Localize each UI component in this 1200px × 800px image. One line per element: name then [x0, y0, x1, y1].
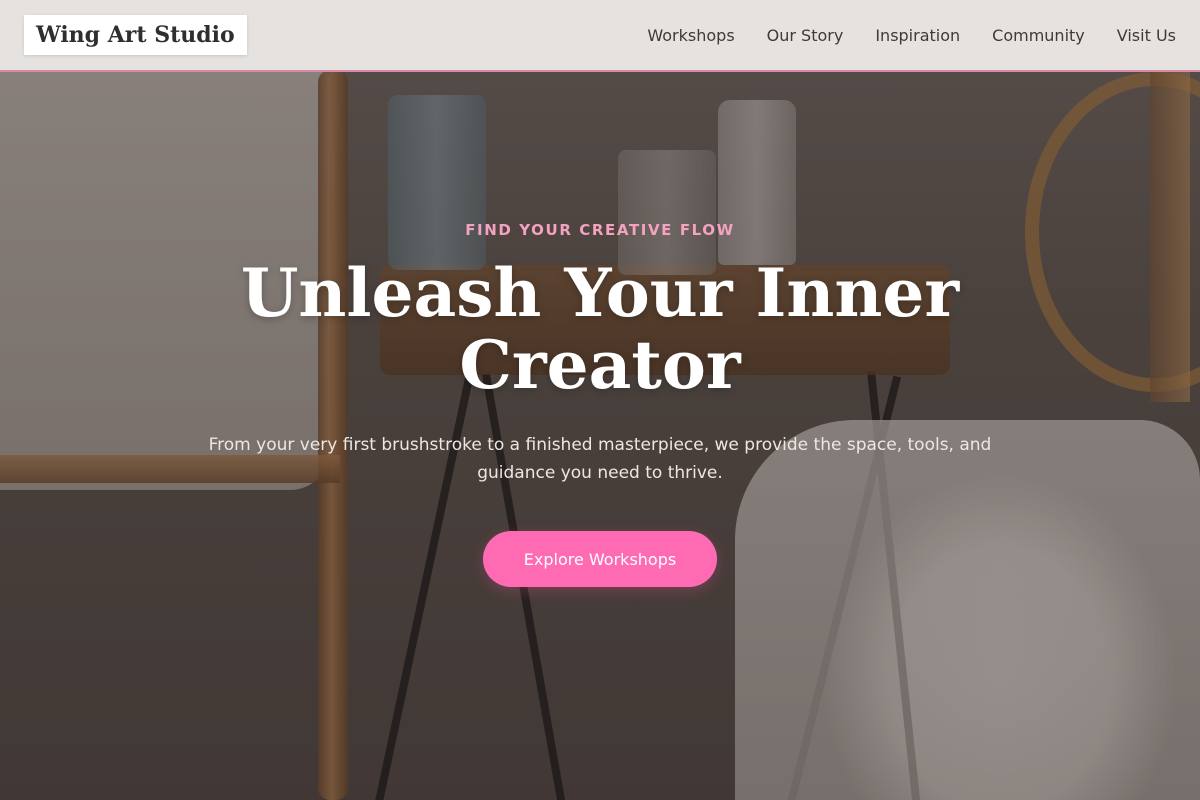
hero-eyebrow: FIND YOUR CREATIVE FLOW [465, 221, 735, 239]
hero-content: FIND YOUR CREATIVE FLOW Unleash Your Inn… [0, 0, 1200, 800]
main-nav: Workshops Our Story Inspiration Communit… [647, 26, 1176, 45]
hero-section: FIND YOUR CREATIVE FLOW Unleash Your Inn… [0, 0, 1200, 800]
nav-link-community[interactable]: Community [992, 26, 1085, 45]
site-logo[interactable]: Wing Art Studio [24, 15, 247, 55]
hero-title: Unleash Your Inner Creator [240, 254, 960, 404]
nav-link-inspiration[interactable]: Inspiration [875, 26, 960, 45]
hero-subtitle: From your very first brushstroke to a fi… [208, 435, 992, 483]
explore-workshops-button[interactable]: Explore Workshops [483, 531, 717, 587]
nav-link-our-story[interactable]: Our Story [767, 26, 844, 45]
nav-link-visit-us[interactable]: Visit Us [1117, 26, 1176, 45]
site-header: Wing Art Studio Workshops Our Story Insp… [0, 0, 1200, 72]
nav-link-workshops[interactable]: Workshops [647, 26, 734, 45]
